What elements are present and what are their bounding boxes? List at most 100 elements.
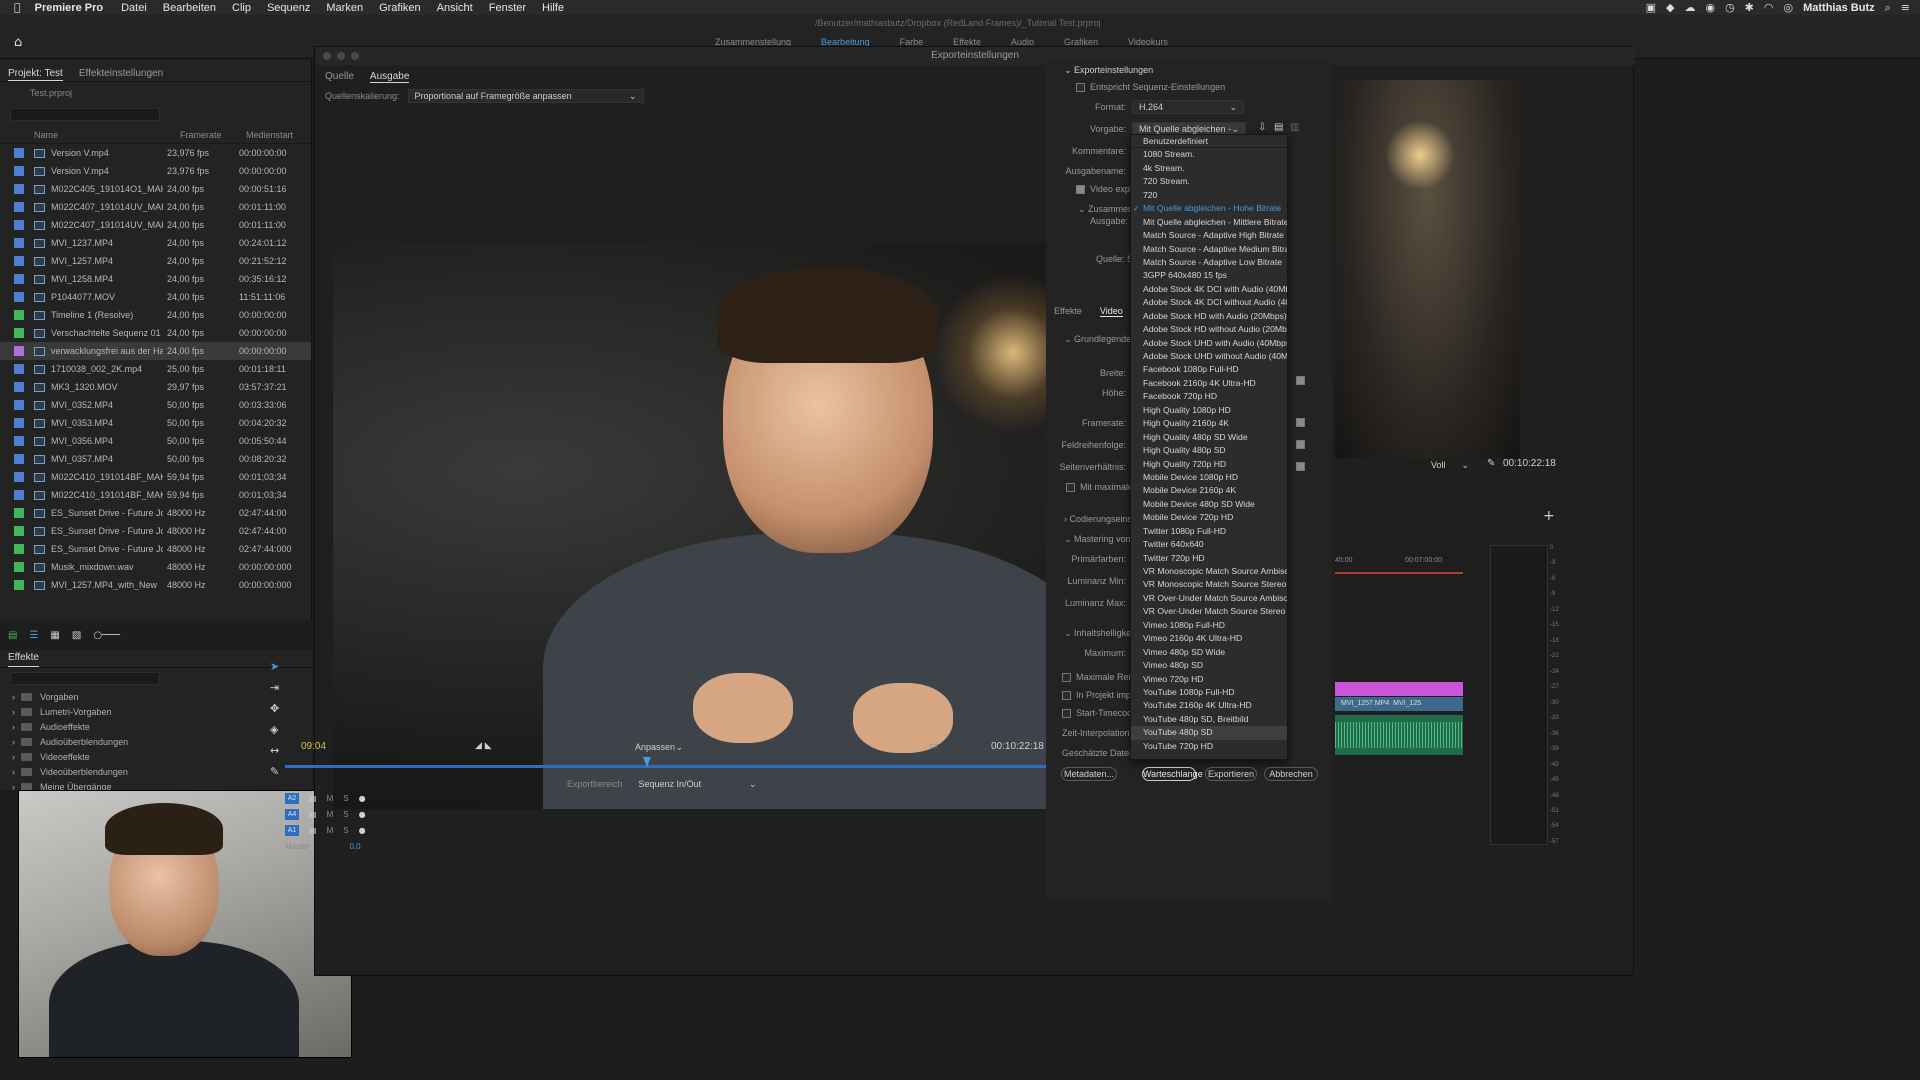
preset-option[interactable]: Mit Quelle abgleichen - Mittlere Bitrate [1131, 216, 1287, 229]
menu-fenster[interactable]: Fenster [489, 2, 526, 14]
preset-option[interactable]: VR Monoscopic Match Source Ambisonics [1131, 565, 1287, 578]
wrench-icon[interactable]: ✎ [1487, 458, 1495, 469]
save-preset-icon[interactable]: ⇩ [1258, 122, 1266, 133]
preset-option[interactable]: ✓ Mit Quelle abgleichen - Hohe Bitrate [1131, 202, 1287, 215]
label-color-swatch[interactable] [14, 436, 24, 446]
preset-option[interactable]: Adobe Stock UHD with Audio (40Mbps) [1131, 337, 1287, 350]
preset-option[interactable]: VR Over-Under Match Source Ambisonics [1131, 592, 1287, 605]
label-color-swatch[interactable] [14, 364, 24, 374]
preset-option[interactable]: Mobile Device 1080p HD [1131, 471, 1287, 484]
import-preset-icon[interactable]: ▤ [1274, 122, 1283, 133]
label-color-swatch[interactable] [14, 490, 24, 500]
home-icon[interactable]: ⌂ [14, 35, 22, 50]
project-row[interactable]: Verschachtelte Sequenz 01 24,00 fps 00:00:… [0, 324, 311, 342]
minimize-icon[interactable] [337, 52, 345, 60]
content-light-toggle[interactable]: ⌄ Inhaltshelligkeit [1064, 628, 1136, 639]
preset-option[interactable]: 720 [1131, 189, 1287, 202]
format-select[interactable]: H.264 ⌄ [1132, 100, 1244, 114]
project-row[interactable]: MVI_1237.MP4 24,00 fps 00:24:01:12 [0, 234, 311, 252]
mic-icon[interactable]: ● [359, 810, 366, 819]
preset-option[interactable]: Mobile Device 2160p 4K [1131, 484, 1287, 497]
label-color-swatch[interactable] [14, 220, 24, 230]
project-row[interactable]: MVI_1257.MP4_with_New 48000 Hz 00:00:00:00… [0, 576, 311, 594]
wifi-icon[interactable]: ◠ [1764, 1, 1774, 14]
match-sequence-checkbox[interactable]: Entspricht Sequenz-Einstellungen [1076, 82, 1225, 93]
sync-lock-icon[interactable]: ▤ [309, 794, 317, 803]
menu-clip[interactable]: Clip [232, 2, 251, 14]
encoding-toggle[interactable]: › Codierungseinste [1064, 514, 1140, 524]
col-framerate[interactable]: Framerate [146, 130, 246, 140]
preset-option[interactable]: Benutzerdefiniert [1131, 135, 1287, 149]
project-row[interactable]: Musik_mixdown.wav 48000 Hz 00:00:00:000 [0, 558, 311, 576]
label-color-swatch[interactable] [14, 382, 24, 392]
menu-hilfe[interactable]: Hilfe [542, 2, 564, 14]
mute-icon[interactable]: M [327, 810, 334, 819]
tab-effect-controls[interactable]: Effekteinstellungen [79, 68, 163, 81]
preset-option[interactable]: Match Source - Adaptive Medium Bitrate [1131, 243, 1287, 256]
project-row[interactable]: M022C407_191014UV_MAK 24,00 fps 00:01:11:0… [0, 198, 311, 216]
project-row[interactable]: MVI_0352.MP4 50,00 fps 00:03:33:06 [0, 396, 311, 414]
zoom-icon[interactable] [351, 52, 359, 60]
menu-marken[interactable]: Marken [326, 2, 363, 14]
track-label[interactable]: A1 [285, 824, 299, 836]
clock-icon[interactable]: ◷ [1725, 1, 1735, 14]
project-row[interactable]: M022C410_191014BF_MAK 59,94 fps 00:01;03;3… [0, 468, 311, 486]
preset-option[interactable]: High Quality 2160p 4K [1131, 417, 1287, 430]
mark-in-icon[interactable]: ◢ ◣ [475, 741, 492, 751]
aspect-match-checkbox[interactable] [1296, 462, 1305, 471]
project-row[interactable]: MVI_0353.MP4 50,00 fps 00:04:20:32 [0, 414, 311, 432]
preset-option[interactable]: Match Source - Adaptive Low Bitrate [1131, 256, 1287, 269]
add-icon[interactable]: + [1543, 508, 1555, 524]
program-zoom-select[interactable]: Voll ⌄ [1425, 458, 1475, 472]
label-color-swatch[interactable] [14, 418, 24, 428]
tab-video-settings[interactable]: Video [1099, 306, 1123, 317]
label-color-swatch[interactable] [14, 454, 24, 464]
preset-option[interactable]: Vimeo 720p HD [1131, 673, 1287, 686]
field-match-checkbox[interactable] [1296, 440, 1305, 449]
tab-effects[interactable]: Effekte [8, 652, 39, 667]
preset-option[interactable]: High Quality 1080p HD [1131, 404, 1287, 417]
dropbox-icon[interactable]: ◆ [1666, 1, 1674, 14]
close-icon[interactable] [323, 52, 331, 60]
label-color-swatch[interactable] [14, 400, 24, 410]
tab-output[interactable]: Ausgabe [369, 71, 410, 83]
ripple-edit-icon[interactable]: ✥ [270, 702, 279, 715]
bluetooth-icon[interactable]: ✱ [1745, 1, 1754, 14]
project-row[interactable]: verwacklungsfrei aus der Ha 24,00 fps 00:0… [0, 342, 311, 360]
label-color-swatch[interactable] [14, 148, 24, 158]
label-color-swatch[interactable] [14, 292, 24, 302]
preset-option[interactable]: Vimeo 2160p 4K Ultra-HD [1131, 632, 1287, 645]
mute-icon[interactable]: M [327, 826, 334, 835]
menu-ansicht[interactable]: Ansicht [437, 2, 473, 14]
preset-option[interactable]: Mobile Device 720p HD [1131, 511, 1287, 524]
tab-source[interactable]: Quelle [325, 71, 354, 83]
work-area-bar[interactable] [1335, 572, 1463, 574]
preset-option[interactable]: Facebook 1080p Full-HD [1131, 363, 1287, 376]
track-select-icon[interactable]: ⇥ [270, 681, 279, 694]
label-color-swatch[interactable] [14, 328, 24, 338]
preset-option[interactable]: Adobe Stock 4K DCI without Audio (40Mbps… [1131, 296, 1287, 309]
lock-icon[interactable]: ▤ [8, 630, 17, 641]
preset-option[interactable]: Match Source - Adaptive High Bitrate [1131, 229, 1287, 242]
preset-option[interactable]: YouTube 720p HD [1131, 740, 1287, 753]
preset-option[interactable]: Facebook 2160p 4K Ultra-HD [1131, 377, 1287, 390]
preset-option[interactable]: Adobe Stock UHD without Audio (40Mbps) [1131, 350, 1287, 363]
aspect-icon[interactable]: ▭ [929, 741, 938, 751]
sync-lock-icon[interactable]: ▤ [309, 826, 317, 835]
label-color-swatch[interactable] [14, 166, 24, 176]
mastering-toggle[interactable]: ⌄ Mastering von A [1064, 534, 1139, 545]
solo-icon[interactable]: S [343, 794, 348, 803]
col-name[interactable]: Name [34, 130, 146, 140]
project-search-input[interactable] [10, 108, 160, 121]
menu-datei[interactable]: Datei [121, 2, 147, 14]
preset-option[interactable]: YouTube 480p SD [1131, 726, 1287, 740]
track-label[interactable]: A2 [285, 792, 299, 804]
project-row[interactable]: ES_Sunset Drive - Future Jou 48000 Hz 02:4… [0, 504, 311, 522]
source-scaling-select[interactable]: Proportional auf Framegröße anpassen ⌄ [407, 89, 644, 103]
cancel-button[interactable]: Abbrechen [1264, 767, 1318, 781]
preset-option[interactable]: High Quality 720p HD [1131, 458, 1287, 471]
user-icon[interactable]: ◎ [1784, 1, 1794, 14]
label-color-swatch[interactable] [14, 184, 24, 194]
label-color-swatch[interactable] [14, 238, 24, 248]
apple-icon[interactable]:  [14, 1, 21, 14]
